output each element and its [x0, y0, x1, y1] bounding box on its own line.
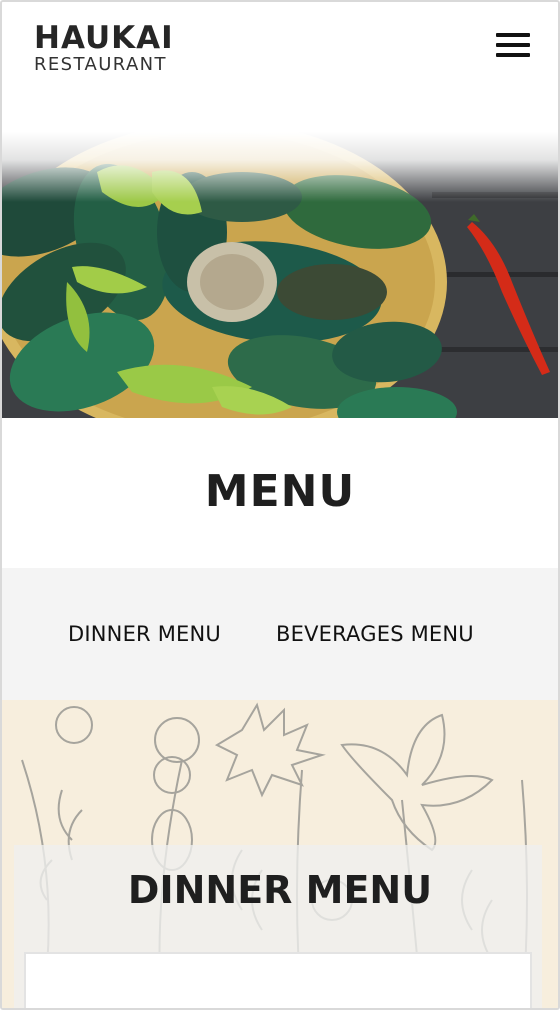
dinner-menu-section: DINNER MENU: [2, 700, 558, 1008]
hamburger-line: [496, 53, 530, 57]
hamburger-line: [496, 33, 530, 37]
hero-image: [2, 132, 558, 418]
page-title: MENU: [204, 466, 356, 517]
logo-subtitle: RESTAURANT: [34, 54, 167, 75]
page-frame: HAUKAI RESTAURANT MENU DINNER MENU BEVER…: [0, 0, 560, 1010]
menu-tabs: DINNER MENU BEVERAGES MENU: [2, 568, 558, 700]
tab-dinner-menu[interactable]: DINNER MENU: [68, 622, 221, 646]
dinner-menu-content-box: [24, 952, 532, 1008]
hero-top-fade: [2, 132, 558, 202]
logo-title: HAUKAI: [34, 20, 174, 56]
hamburger-menu-icon[interactable]: [496, 33, 530, 63]
section-title: DINNER MENU: [127, 868, 433, 912]
restaurant-logo[interactable]: HAUKAI RESTAURANT: [34, 22, 174, 75]
tab-beverages-menu[interactable]: BEVERAGES MENU: [276, 622, 474, 646]
menu-heading-section: MENU: [2, 418, 558, 568]
hamburger-line: [496, 43, 530, 47]
site-header: HAUKAI RESTAURANT: [2, 2, 558, 132]
